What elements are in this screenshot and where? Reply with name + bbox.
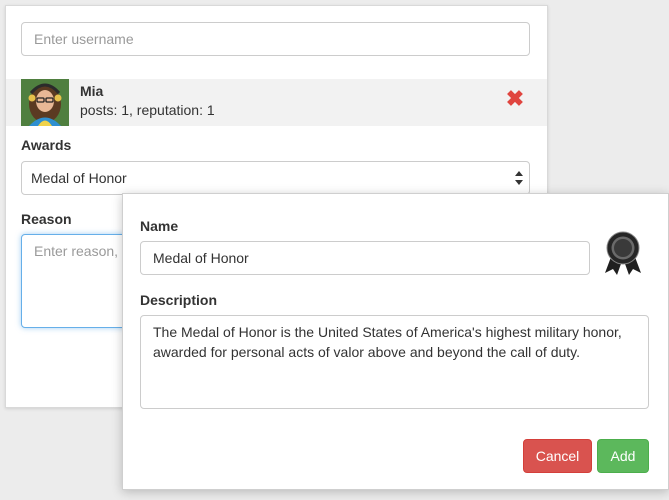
name-label: Name bbox=[140, 218, 179, 234]
awards-select[interactable]: Medal of Honor bbox=[21, 161, 530, 195]
award-editor-dialog: Name Description The Medal of Honor is t… bbox=[122, 193, 669, 490]
cancel-button[interactable]: Cancel bbox=[523, 439, 592, 473]
user-stats: posts: 1, reputation: 1 bbox=[80, 102, 215, 118]
reason-label: Reason bbox=[21, 211, 72, 227]
award-description-textarea[interactable]: The Medal of Honor is the United States … bbox=[140, 315, 649, 409]
add-button[interactable]: Add bbox=[597, 439, 649, 473]
remove-user-icon[interactable]: ✖ bbox=[505, 88, 525, 110]
awards-selected-value: Medal of Honor bbox=[31, 170, 127, 186]
award-name-input[interactable] bbox=[140, 241, 590, 275]
description-label: Description bbox=[140, 292, 218, 308]
medal-icon bbox=[605, 231, 641, 275]
user-name: Mia bbox=[80, 83, 104, 99]
username-input[interactable] bbox=[21, 22, 530, 56]
select-arrows-icon bbox=[515, 171, 523, 185]
avatar bbox=[21, 79, 69, 126]
user-row: Mia posts: 1, reputation: 1 ✖ bbox=[6, 79, 547, 126]
awards-label: Awards bbox=[21, 137, 72, 153]
